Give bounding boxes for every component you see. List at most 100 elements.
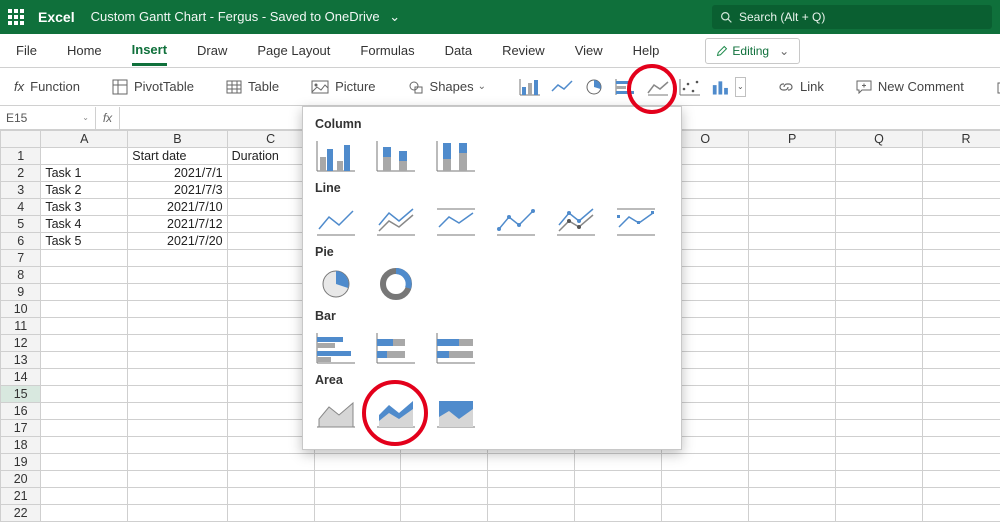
row-header[interactable]: 5: [1, 216, 41, 233]
cell[interactable]: [836, 182, 923, 199]
cell[interactable]: [227, 335, 314, 352]
cell[interactable]: [128, 437, 227, 454]
select-all[interactable]: [1, 131, 41, 148]
cell[interactable]: [41, 250, 128, 267]
app-launcher-icon[interactable]: [8, 9, 24, 25]
cell[interactable]: [227, 369, 314, 386]
cell[interactable]: [41, 369, 128, 386]
cell[interactable]: [662, 488, 749, 505]
new-comment-button[interactable]: New Comment: [856, 79, 964, 94]
row-header[interactable]: 14: [1, 369, 41, 386]
cell[interactable]: 2021/7/12: [128, 216, 227, 233]
row-header[interactable]: 15: [1, 386, 41, 403]
cell[interactable]: [227, 488, 314, 505]
cell[interactable]: [662, 505, 749, 522]
cell[interactable]: [836, 471, 923, 488]
cell[interactable]: [836, 437, 923, 454]
row-header[interactable]: 19: [1, 454, 41, 471]
cell[interactable]: 2: [227, 233, 314, 250]
cell[interactable]: [749, 267, 836, 284]
tab-formulas[interactable]: Formulas: [360, 37, 414, 64]
cell[interactable]: [836, 267, 923, 284]
cell[interactable]: [749, 352, 836, 369]
cell[interactable]: [923, 199, 1000, 216]
line-chart-icon[interactable]: [550, 77, 574, 97]
cell[interactable]: [749, 488, 836, 505]
cell[interactable]: [923, 284, 1000, 301]
cell[interactable]: [749, 386, 836, 403]
tab-review[interactable]: Review: [502, 37, 545, 64]
cell[interactable]: [749, 437, 836, 454]
cell[interactable]: [128, 471, 227, 488]
cell[interactable]: Task 2: [41, 182, 128, 199]
cell[interactable]: [128, 284, 227, 301]
col-header-c[interactable]: C: [227, 131, 314, 148]
col-header-q[interactable]: Q: [836, 131, 923, 148]
document-title[interactable]: Custom Gantt Chart - Fergus - Saved to O…: [91, 9, 401, 25]
cell[interactable]: [923, 182, 1000, 199]
cell[interactable]: [314, 471, 401, 488]
cell[interactable]: [923, 165, 1000, 182]
cell[interactable]: [923, 403, 1000, 420]
cell[interactable]: [227, 352, 314, 369]
cell[interactable]: [128, 505, 227, 522]
cell[interactable]: [41, 437, 128, 454]
cell[interactable]: [227, 301, 314, 318]
cell[interactable]: [836, 386, 923, 403]
area-icon[interactable]: [315, 393, 357, 429]
cell[interactable]: [836, 165, 923, 182]
cell[interactable]: [923, 352, 1000, 369]
cell[interactable]: [227, 250, 314, 267]
cell[interactable]: [749, 301, 836, 318]
cell[interactable]: [836, 420, 923, 437]
cell[interactable]: 8: [227, 216, 314, 233]
cell[interactable]: [314, 505, 401, 522]
line-icon[interactable]: [315, 201, 357, 237]
function-button[interactable]: fx Function: [14, 79, 80, 94]
cell[interactable]: [575, 505, 662, 522]
cell[interactable]: [836, 216, 923, 233]
row-header[interactable]: 1: [1, 148, 41, 165]
row-header[interactable]: 17: [1, 420, 41, 437]
cell[interactable]: Duration: [227, 148, 314, 165]
shapes-button[interactable]: Shapes ⌄: [408, 79, 486, 95]
cell[interactable]: [575, 488, 662, 505]
cell[interactable]: [128, 420, 227, 437]
tab-help[interactable]: Help: [633, 37, 660, 64]
cell[interactable]: [923, 369, 1000, 386]
cell[interactable]: [128, 386, 227, 403]
cell[interactable]: 6: [227, 182, 314, 199]
row-header[interactable]: 20: [1, 471, 41, 488]
cell[interactable]: [749, 216, 836, 233]
other-charts-button[interactable]: ⌄: [710, 77, 746, 97]
cell[interactable]: [41, 488, 128, 505]
bar-chart-icon[interactable]: [614, 77, 638, 97]
cell[interactable]: [314, 454, 401, 471]
tab-draw[interactable]: Draw: [197, 37, 227, 64]
cell[interactable]: Task 1: [41, 165, 128, 182]
100-stacked-line-icon[interactable]: [435, 201, 477, 237]
cell[interactable]: [836, 454, 923, 471]
cell[interactable]: [749, 403, 836, 420]
cell[interactable]: [923, 267, 1000, 284]
cell[interactable]: [836, 233, 923, 250]
cell[interactable]: [128, 454, 227, 471]
cell[interactable]: [749, 420, 836, 437]
cell[interactable]: [41, 386, 128, 403]
cell[interactable]: [923, 488, 1000, 505]
cell[interactable]: [923, 437, 1000, 454]
cell[interactable]: [836, 148, 923, 165]
cell[interactable]: [227, 420, 314, 437]
fx-label[interactable]: fx: [96, 107, 120, 129]
tab-view[interactable]: View: [575, 37, 603, 64]
cell[interactable]: [128, 335, 227, 352]
cell[interactable]: [227, 284, 314, 301]
row-header[interactable]: 6: [1, 233, 41, 250]
cell[interactable]: [923, 471, 1000, 488]
editing-mode-button[interactable]: Editing ⌄: [705, 38, 800, 64]
cell[interactable]: [401, 505, 488, 522]
cell[interactable]: [128, 267, 227, 284]
100-stacked-bar-icon[interactable]: [435, 329, 477, 365]
row-header[interactable]: 21: [1, 488, 41, 505]
cell[interactable]: [488, 488, 575, 505]
